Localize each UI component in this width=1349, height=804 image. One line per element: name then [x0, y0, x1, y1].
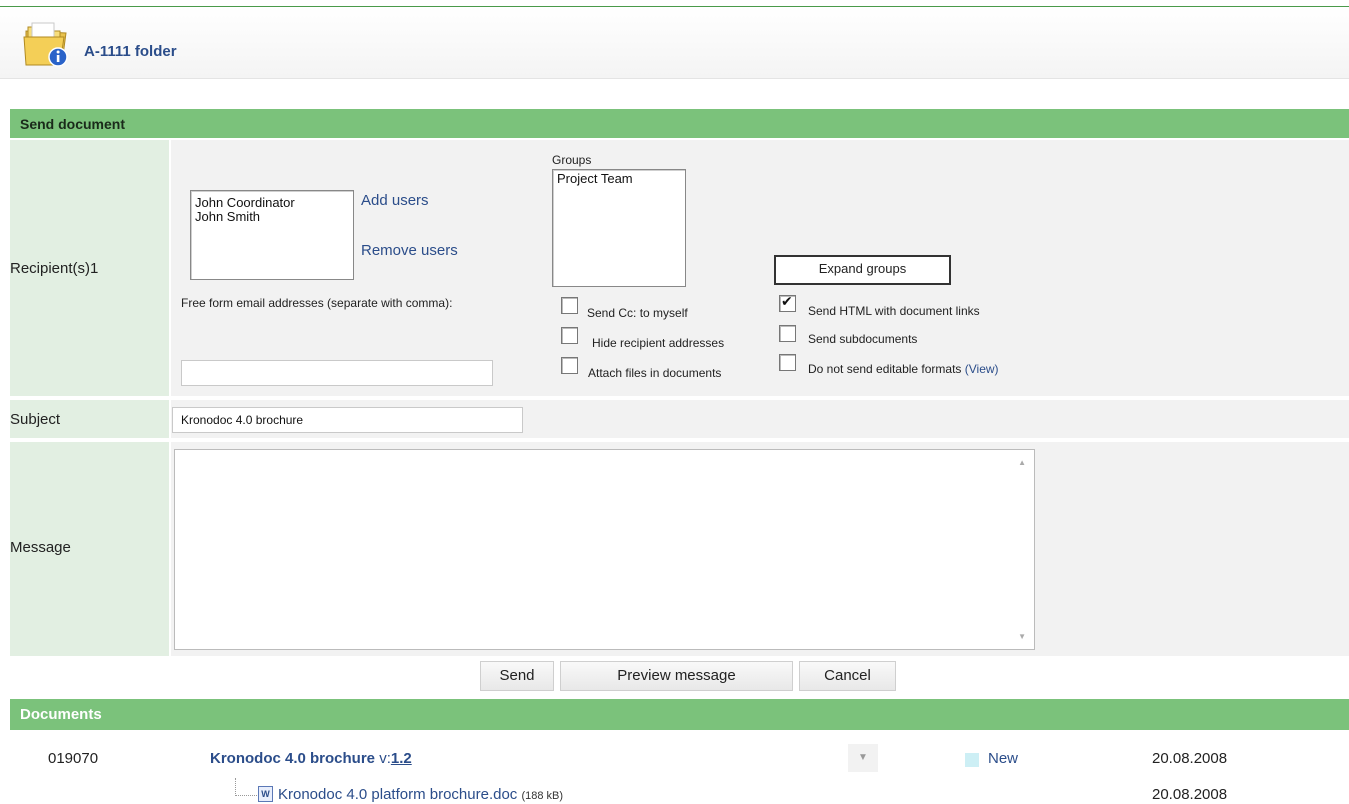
hide-addresses-checkbox[interactable] [561, 327, 578, 344]
table-row[interactable]: 019070 Kronodoc 4.0 brochure v:1.2 ▼ New… [10, 744, 1349, 774]
send-subdocuments-checkbox[interactable] [779, 325, 796, 342]
page-title: A-1111 folder [84, 43, 177, 60]
chevron-down-icon[interactable]: ▼ [848, 744, 878, 772]
status-color-swatch [965, 753, 979, 767]
free-form-email-input[interactable] [181, 360, 493, 386]
subject-label: Subject [10, 411, 61, 428]
add-users-link[interactable]: Add users [361, 192, 429, 209]
scroll-up-icon[interactable]: ▲ [1018, 458, 1026, 467]
remove-users-link[interactable]: Remove users [361, 242, 458, 259]
hide-addresses-label: Hide recipient addresses [592, 336, 725, 350]
send-html-label: Send HTML with document links [808, 304, 980, 318]
send-document-header: Send document [10, 109, 1349, 138]
word-document-icon: W [258, 786, 273, 802]
view-formats-link[interactable]: (View) [965, 362, 999, 376]
no-editable-formats-checkbox[interactable] [779, 354, 796, 371]
list-item[interactable]: Project Team [557, 169, 681, 189]
preview-message-button[interactable]: Preview message [560, 661, 793, 691]
file-name-text[interactable]: Kronodoc 4.0 platform brochure.doc [278, 786, 517, 803]
scroll-down-icon[interactable]: ▼ [1018, 632, 1026, 641]
recipients-label-cell: Recipient(s)1 [10, 140, 169, 398]
attach-files-checkbox[interactable] [561, 357, 578, 374]
message-content-cell: ▲ ▼ [171, 442, 1349, 658]
send-cc-label: Send Cc: to myself [587, 306, 688, 320]
send-cc-checkbox[interactable] [561, 297, 578, 314]
message-label: Message [10, 539, 71, 556]
expand-groups-button[interactable]: Expand groups [774, 255, 951, 285]
cancel-button[interactable]: Cancel [799, 661, 896, 691]
send-html-checkbox[interactable] [779, 293, 796, 312]
file-date: 20.08.2008 [1152, 786, 1228, 803]
send-button[interactable]: Send [480, 661, 554, 691]
status-badge: New [988, 750, 1019, 767]
page-header: A-1111 folder [0, 7, 1349, 79]
file-size: (188 kB) [521, 790, 564, 802]
document-title-link[interactable]: Kronodoc 4.0 brochure v:1.2 [210, 750, 412, 767]
subject-content-cell: Kronodoc 4.0 brochure [171, 400, 1349, 440]
table-row[interactable]: W Kronodoc 4.0 platform brochure.doc (18… [10, 778, 1349, 804]
recipients-label: Recipient(s)1 [10, 260, 99, 277]
free-form-label: Free form email addresses (separate with… [181, 296, 453, 310]
subject-input[interactable]: Kronodoc 4.0 brochure [172, 407, 523, 433]
folder-info-icon [23, 22, 68, 67]
message-label-cell: Message [10, 442, 169, 658]
document-title-text[interactable]: Kronodoc 4.0 brochure [210, 750, 375, 767]
file-link[interactable]: Kronodoc 4.0 platform brochure.doc (188 … [278, 786, 563, 803]
recipients-content-cell: John Coordinator John Smith Add users Re… [171, 140, 1349, 398]
users-listbox[interactable]: John Coordinator John Smith [190, 190, 354, 280]
subject-label-cell: Subject [10, 400, 169, 440]
document-date: 20.08.2008 [1152, 750, 1228, 767]
no-editable-formats-label: Do not send editable formats (View) [808, 362, 999, 376]
send-subdocuments-label: Send subdocuments [808, 332, 918, 346]
message-textarea[interactable]: ▲ ▼ [174, 449, 1035, 650]
document-id: 019070 [48, 750, 99, 767]
groups-listbox[interactable]: Project Team [552, 169, 686, 287]
version-prefix: v: [379, 750, 391, 767]
groups-label: Groups [552, 153, 592, 167]
version-link[interactable]: 1.2 [391, 750, 412, 767]
no-editable-formats-text: Do not send editable formats [808, 362, 962, 376]
attach-files-label: Attach files in documents [588, 366, 722, 380]
tree-connector [235, 778, 257, 796]
documents-header: Documents [10, 699, 1349, 730]
